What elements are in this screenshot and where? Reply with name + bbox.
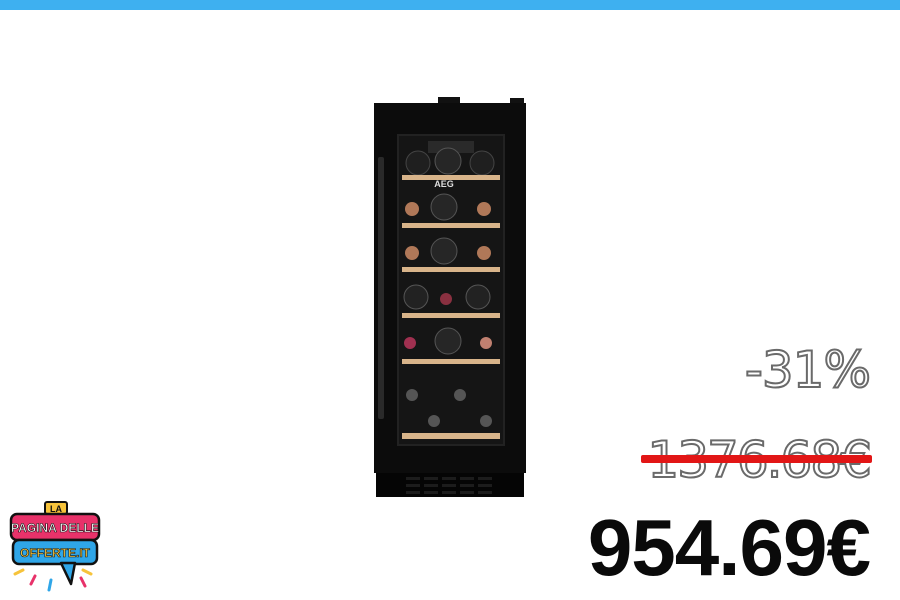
discount-percentage: -31% xyxy=(744,340,872,400)
sale-price: 954.69€ xyxy=(587,503,871,592)
top-accent-bar xyxy=(0,0,900,10)
logo-text-pagina-delle: PAGINA DELLE xyxy=(11,521,99,535)
wine-cooler-image: AEG xyxy=(374,97,526,497)
la-pagina-delle-offerte-logo: LA PAGINA DELLE OFFERTE.IT xyxy=(9,501,101,592)
logo-text-la: LA xyxy=(50,504,62,514)
original-price-block: 1376.68€ xyxy=(641,425,873,495)
strikethrough-line xyxy=(641,455,872,463)
logo-text-offerte: OFFERTE.IT xyxy=(20,546,91,560)
brand-label: AEG xyxy=(434,179,454,189)
